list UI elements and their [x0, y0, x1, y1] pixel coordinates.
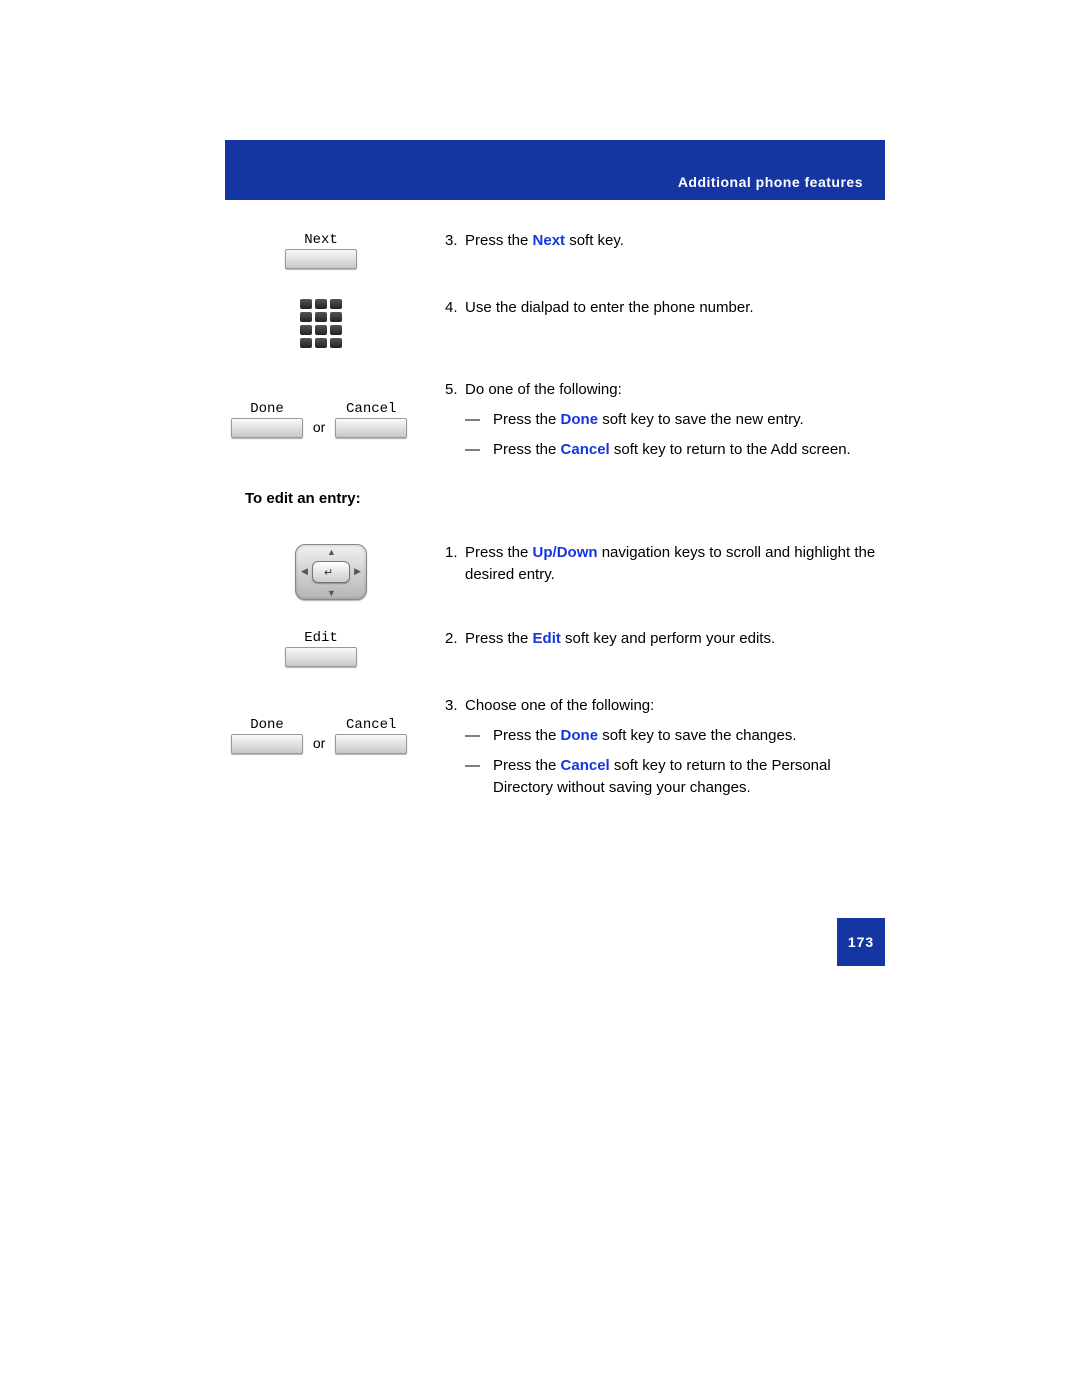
text: Press the — [493, 441, 561, 458]
navpad-illustration: ▲ ▼ ◀ ▶ ↵ — [225, 542, 445, 600]
dash: — — [465, 725, 493, 747]
step-5-sub-b: — Press the Cancel soft key to return to… — [465, 439, 885, 461]
edit-step-3-sub-b: — Press the Cancel soft key to return to… — [465, 755, 885, 799]
step-number: 3. — [445, 695, 465, 717]
done-cancel-illustration-2: Done or Cancel — [225, 695, 445, 798]
text: Press the — [465, 232, 533, 249]
softkey-done: Done — [231, 401, 303, 438]
enter-icon: ↵ — [324, 566, 333, 579]
softkey-next-illustration: Next — [225, 230, 445, 269]
softkey-edit-label: Edit — [285, 630, 357, 646]
softkey-done-label: Done — [231, 717, 303, 733]
softkey-done-label: Done — [231, 401, 303, 417]
edit-step-3-sub-a: — Press the Done soft key to save the ch… — [465, 725, 885, 747]
text: soft key to return to the Add screen. — [610, 441, 851, 458]
step-5-row: Done or Cancel 5. Do one of the followin… — [225, 379, 885, 460]
chevron-right-icon: ▶ — [354, 566, 361, 577]
edit-step-1-text: 1. Press the Up/Down navigation keys to … — [445, 542, 885, 586]
step-number: 4. — [445, 297, 465, 319]
softkey-button-icon — [231, 418, 303, 438]
text: soft key. — [565, 232, 624, 249]
text: Do one of the following: — [465, 379, 885, 401]
softkey-button-icon — [335, 734, 407, 754]
softkey-next: Next — [285, 232, 357, 269]
text: soft key to save the new entry. — [598, 411, 804, 428]
step-5-lead: 5. Do one of the following: — [445, 379, 885, 401]
chevron-up-icon: ▲ — [327, 547, 336, 557]
keyword-done: Done — [561, 411, 599, 428]
text: Choose one of the following: — [465, 695, 885, 717]
step-number: 5. — [445, 379, 465, 401]
keyword-updown: Up/Down — [533, 544, 598, 561]
softkey-button-icon — [231, 734, 303, 754]
softkey-edit: Edit — [285, 630, 357, 667]
dash: — — [465, 409, 493, 431]
or-text: or — [307, 717, 331, 751]
edit-step-2-text: 2. Press the Edit soft key and perform y… — [445, 628, 885, 650]
dash: — — [465, 439, 493, 461]
keyword-done: Done — [561, 727, 599, 744]
keyword-cancel: Cancel — [561, 757, 610, 774]
softkey-cancel: Cancel — [335, 717, 407, 754]
header-bar: Additional phone features — [225, 140, 885, 200]
softkey-cancel: Cancel — [335, 401, 407, 438]
step-3-text: 3. Press the Next soft key. — [445, 230, 885, 252]
page-number: 173 — [837, 918, 885, 966]
text: Press the — [493, 757, 561, 774]
content-area: Next 3. Press the Next soft key. — [225, 200, 885, 798]
text: Press the — [465, 544, 533, 561]
done-cancel-illustration: Done or Cancel — [225, 379, 445, 460]
text: Use the dialpad to enter the phone numbe… — [465, 297, 885, 319]
dialpad-icon — [300, 299, 342, 351]
softkey-cancel-label: Cancel — [335, 401, 407, 417]
navpad-icon: ▲ ▼ ◀ ▶ ↵ — [295, 544, 367, 600]
softkey-done: Done — [231, 717, 303, 754]
softkey-button-icon — [335, 418, 407, 438]
keyword-edit: Edit — [533, 630, 561, 647]
edit-step-2-row: Edit 2. Press the Edit soft key and perf… — [225, 628, 885, 667]
softkey-button-icon — [285, 249, 357, 269]
keyword-next: Next — [533, 232, 566, 249]
softkey-button-icon — [285, 647, 357, 667]
text: Press the — [493, 411, 561, 428]
dash: — — [465, 755, 493, 799]
edit-step-1-row: ▲ ▼ ◀ ▶ ↵ 1. Press the Up/Down navigatio… — [225, 542, 885, 600]
text: soft key to save the changes. — [598, 727, 796, 744]
step-5-sub-a: — Press the Done soft key to save the ne… — [465, 409, 885, 431]
step-4-text: 4. Use the dialpad to enter the phone nu… — [445, 297, 885, 319]
softkey-cancel-label: Cancel — [335, 717, 407, 733]
or-text: or — [307, 401, 331, 435]
chevron-down-icon: ▼ — [327, 588, 336, 598]
keyword-cancel: Cancel — [561, 441, 610, 458]
edit-step-3-lead: 3. Choose one of the following: — [445, 695, 885, 717]
edit-step-3-row: Done or Cancel 3. Choose one of the foll… — [225, 695, 885, 798]
header-title: Additional phone features — [678, 174, 863, 190]
step-number: 3. — [445, 230, 465, 252]
softkey-edit-illustration: Edit — [225, 628, 445, 667]
document-page: Additional phone features Next 3. Press … — [0, 140, 1080, 798]
text: soft key and perform your edits. — [561, 630, 775, 647]
text: Press the — [493, 727, 561, 744]
step-3-row: Next 3. Press the Next soft key. — [225, 230, 885, 269]
chevron-left-icon: ◀ — [301, 566, 308, 577]
softkey-next-label: Next — [285, 232, 357, 248]
edit-section-heading: To edit an entry: — [245, 490, 885, 507]
step-number: 1. — [445, 542, 465, 586]
step-number: 2. — [445, 628, 465, 650]
step-4-row: 4. Use the dialpad to enter the phone nu… — [225, 297, 885, 351]
text: Press the — [465, 630, 533, 647]
dialpad-illustration — [225, 297, 445, 351]
